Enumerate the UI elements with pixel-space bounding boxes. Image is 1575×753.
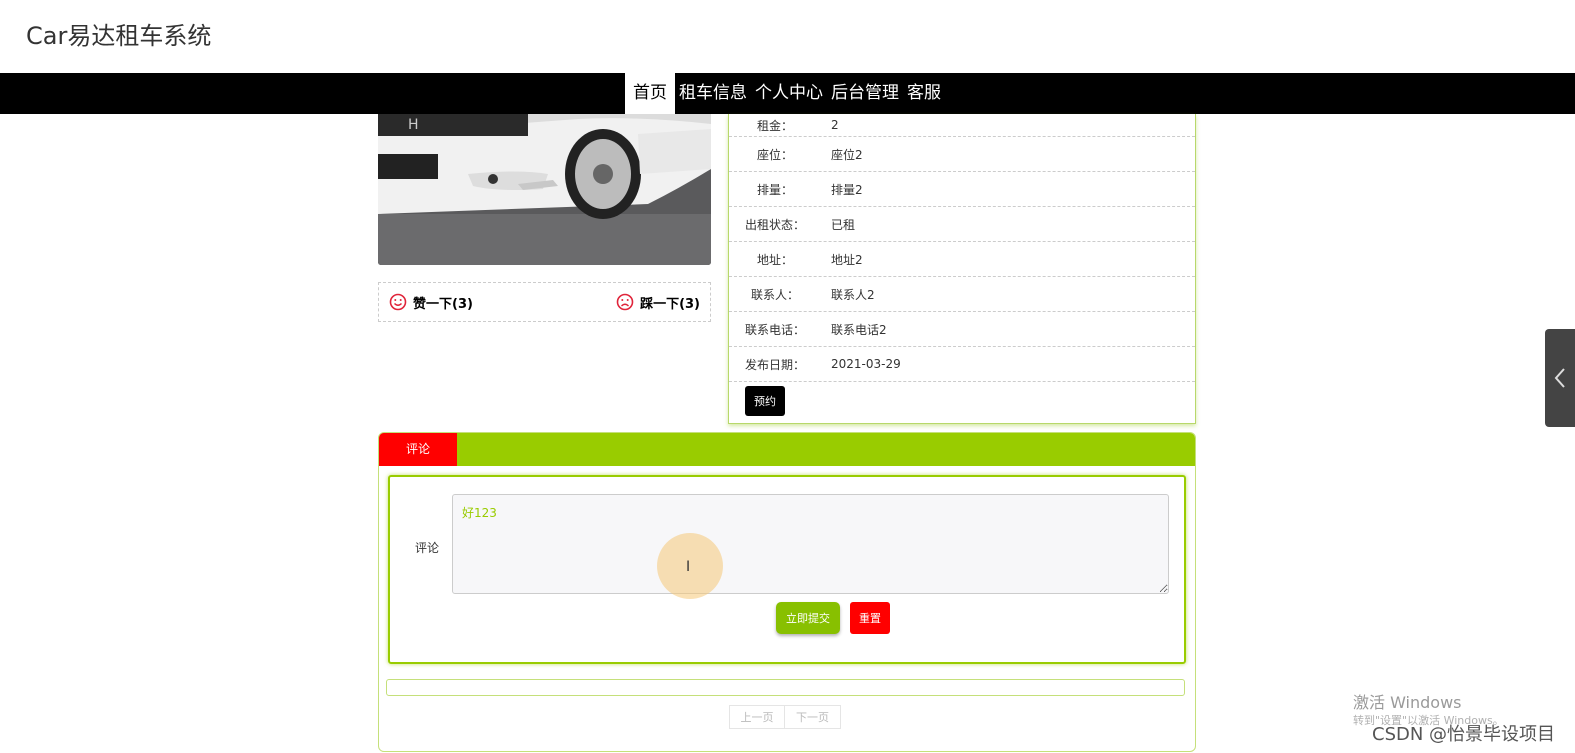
vote-box: 赞一下(3) 踩一下(3) (378, 282, 711, 322)
svg-text:H: H (408, 117, 419, 133)
detail-label: 出租状态： (744, 217, 805, 232)
comment-field-label: 评论 (415, 541, 440, 555)
windows-activation-title: 激活 Windows (1353, 693, 1462, 712)
csdn-watermark: CSDN @怡景毕设项目 (1372, 724, 1556, 745)
detail-label: 发布日期： (744, 357, 805, 372)
tab-comments[interactable]: 评论 (379, 433, 457, 466)
detail-row-phone: 联系电话： 联系电话2 (729, 312, 1195, 347)
side-panel-toggle[interactable] (1545, 329, 1575, 427)
detail-value: 地址2 (831, 252, 863, 267)
page: Car易达租车系统 首页 租车信息 个人中心 后台管理 客服 H 赞一下(3) … (0, 0, 1575, 753)
submit-button[interactable]: 立即提交 (776, 602, 840, 634)
detail-label: 联系电话： (744, 322, 805, 337)
detail-value: 已租 (831, 217, 856, 232)
detail-label: 座位： (756, 147, 793, 162)
site-title: Car易达租车系统 (26, 22, 212, 50)
detail-value: 2021-03-29 (831, 357, 901, 371)
nav-item-personal-center[interactable]: 个人中心 (751, 73, 827, 114)
car-details-panel: 租金： 2 座位： 座位2 排量： 排量2 出租状态： 已租 地址： 地址2 联… (728, 114, 1196, 424)
detail-label: 联系人： (750, 287, 799, 302)
detail-value: 排量2 (831, 182, 863, 197)
comment-list (386, 679, 1185, 696)
chevron-left-icon (1554, 368, 1565, 388)
detail-label: 租金： (756, 118, 793, 133)
dislike-label: 踩一下(3) (640, 296, 700, 312)
text-cursor-icon: Ι (686, 559, 691, 575)
detail-row-seats: 座位： 座位2 (729, 137, 1195, 172)
frown-icon (616, 293, 634, 311)
detail-value: 联系人2 (831, 287, 875, 302)
nav-item-admin[interactable]: 后台管理 (827, 73, 903, 114)
car-photo: H (378, 114, 711, 265)
detail-value: 2 (831, 118, 839, 132)
comment-form: 评论 好123 Ι 立即提交 重置 (388, 475, 1186, 664)
detail-row-rent: 租金： 2 (729, 114, 1195, 137)
nav-item-home[interactable]: 首页 (625, 73, 675, 114)
detail-label: 地址： (756, 252, 793, 267)
pagination: 上一页 下一页 (729, 705, 841, 729)
site-header: Car易达租车系统 (0, 0, 1575, 73)
detail-label: 排量： (756, 182, 793, 197)
nav-item-rental-info[interactable]: 租车信息 (675, 73, 751, 114)
detail-row-address: 地址： 地址2 (729, 242, 1195, 277)
detail-row-contact: 联系人： 联系人2 (729, 277, 1195, 312)
comment-section: 评论 评论 好123 Ι 立即提交 重置 上一页 下一页 (378, 432, 1196, 752)
detail-row-rental-status: 出租状态： 已租 (729, 207, 1195, 242)
reset-button[interactable]: 重置 (850, 602, 890, 634)
detail-row-displacement: 排量： 排量2 (729, 172, 1195, 207)
smile-icon (389, 293, 407, 311)
dislike-button[interactable]: 踩一下(3) (616, 293, 700, 312)
next-page-button[interactable]: 下一页 (785, 705, 841, 729)
nav-item-customer-service[interactable]: 客服 (903, 73, 945, 114)
detail-value: 座位2 (831, 147, 863, 162)
detail-row-publish-date: 发布日期： 2021-03-29 (729, 347, 1195, 382)
like-button[interactable]: 赞一下(3) (389, 293, 473, 312)
prev-page-button[interactable]: 上一页 (729, 705, 785, 729)
reserve-button[interactable]: 预约 (745, 386, 785, 416)
comment-input[interactable]: 好123 (452, 494, 1169, 594)
main-navbar: 首页 租车信息 个人中心 后台管理 客服 (0, 73, 1575, 114)
like-label: 赞一下(3) (413, 296, 473, 312)
detail-value: 联系电话2 (831, 322, 887, 337)
comment-tab-bar: 评论 (379, 433, 1195, 466)
